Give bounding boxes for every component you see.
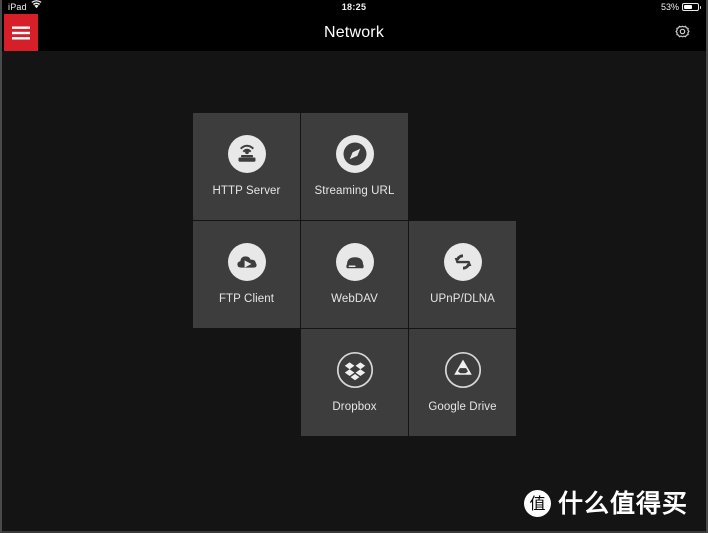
tile-empty-slot xyxy=(193,329,300,436)
tile-label: Streaming URL xyxy=(314,185,395,198)
gear-icon xyxy=(674,25,690,38)
page-title: Network xyxy=(323,24,385,41)
http-server-icon xyxy=(227,135,266,174)
google-drive-icon xyxy=(444,351,482,389)
disk-drive-icon xyxy=(335,243,374,282)
battery-percent-label: 53% xyxy=(660,2,679,12)
battery-icon xyxy=(682,3,701,11)
tile-label: WebDAV xyxy=(331,293,378,306)
tile-streaming-url[interactable]: Streaming URL xyxy=(301,113,408,220)
status-bar-clock: 18:25 xyxy=(341,2,367,12)
tile-label: Dropbox xyxy=(332,401,377,414)
navigation-bar: Network xyxy=(2,14,706,51)
tile-webdav[interactable]: WebDAV xyxy=(301,221,408,328)
tile-http-server[interactable]: HTTP Server xyxy=(193,113,300,220)
service-tile-grid: HTTP Server Streaming URL FTP Client Web… xyxy=(193,113,516,436)
tile-dropbox[interactable]: Dropbox xyxy=(301,329,408,436)
battery-fill xyxy=(684,5,692,9)
tile-upnp-dlna[interactable]: UPnP/DLNA xyxy=(409,221,516,328)
sync-arrows-icon xyxy=(443,243,482,282)
ios-status-bar: iPad 18:25 53% xyxy=(2,0,706,14)
watermark: 值 什么值得买 xyxy=(523,489,688,518)
cloud-play-icon xyxy=(227,243,266,282)
watermark-text: 什么值得买 xyxy=(557,489,688,518)
content-area: HTTP Server Streaming URL FTP Client Web… xyxy=(2,51,706,531)
settings-button[interactable] xyxy=(667,14,697,51)
tile-label: UPnP/DLNA xyxy=(430,293,495,306)
tile-empty-slot xyxy=(409,113,516,220)
watermark-logo-badge: 值 xyxy=(523,490,551,517)
tile-label: FTP Client xyxy=(218,293,275,306)
tile-google-drive[interactable]: Google Drive xyxy=(409,329,516,436)
compass-icon xyxy=(335,135,374,174)
tile-label: HTTP Server xyxy=(212,185,281,198)
status-bar-right: 53% xyxy=(660,0,701,14)
tile-label: Google Drive xyxy=(428,401,497,414)
tile-ftp-client[interactable]: FTP Client xyxy=(193,221,300,328)
ipad-device-frame: iPad 18:25 53% Network HTTP Server Strea… xyxy=(0,0,708,533)
dropbox-icon xyxy=(336,351,374,389)
